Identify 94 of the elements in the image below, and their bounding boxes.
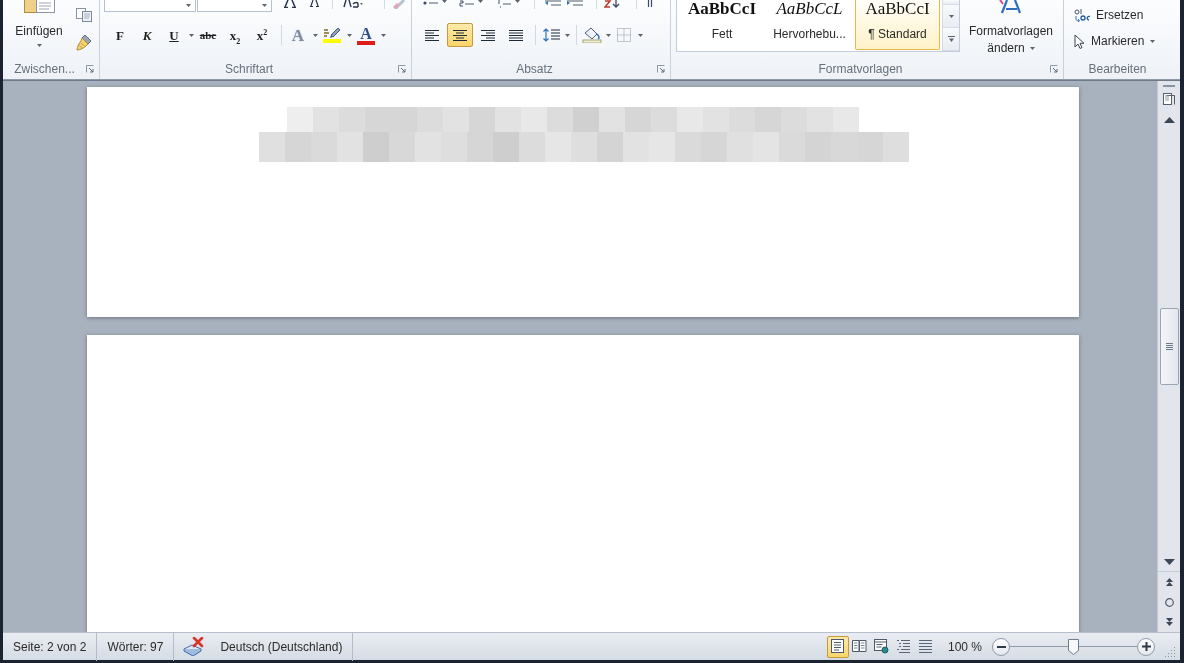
numbered-list-icon[interactable] xyxy=(459,0,474,7)
styles-icon xyxy=(998,0,1024,14)
subscript-button[interactable]: x$_{2}$ xyxy=(223,23,247,47)
dropdown-caret-icon[interactable] xyxy=(605,33,611,37)
dialog-launcher-icon[interactable] xyxy=(398,65,406,73)
open-book-icon xyxy=(852,639,868,654)
proofing-book-icon[interactable] xyxy=(183,637,206,656)
dropdown-caret-icon[interactable] xyxy=(312,33,318,37)
bold-button[interactable]: F xyxy=(108,23,132,47)
dropdown-caret-icon[interactable] xyxy=(262,4,267,7)
grip-lines-icon xyxy=(1165,343,1173,350)
dropdown-caret-icon[interactable] xyxy=(564,33,570,37)
web-layout-icon xyxy=(874,639,890,654)
sort-icon[interactable] xyxy=(604,0,622,8)
language-status[interactable]: Deutsch (Deutschland) xyxy=(220,639,343,654)
shrink-font-icon[interactable] xyxy=(310,0,319,7)
view-mode-button[interactable] xyxy=(826,635,849,658)
outline-view-icon xyxy=(896,639,912,654)
strikethrough-button[interactable]: abc xyxy=(196,23,220,47)
copy-icon[interactable] xyxy=(76,8,92,22)
line-spacing-icon xyxy=(542,28,560,42)
dropdown-caret-icon[interactable] xyxy=(478,0,483,3)
draft-view-icon xyxy=(918,639,934,654)
minus-icon xyxy=(996,645,1006,648)
print-layout-icon xyxy=(830,639,846,654)
scroll-down-arrow-icon[interactable] xyxy=(1163,559,1175,565)
font-size-field[interactable] xyxy=(197,0,272,12)
dialog-launcher-icon[interactable] xyxy=(86,65,94,73)
zoom-level-text[interactable]: 100 % xyxy=(947,639,982,654)
justify-icon xyxy=(509,29,523,41)
dropdown-caret-icon[interactable] xyxy=(346,33,352,37)
select-button[interactable]: Markieren xyxy=(1072,31,1158,51)
zoom-slider-thumb[interactable] xyxy=(1068,638,1079,655)
scrollbar-thumb[interactable] xyxy=(1159,308,1179,385)
browse-object-circle-icon[interactable] xyxy=(1164,597,1174,607)
cursor-icon xyxy=(1074,33,1085,49)
previous-page-icon[interactable] xyxy=(1165,578,1173,586)
dropdown-caret-icon[interactable] xyxy=(36,44,42,47)
group-label: Formatvorlagen xyxy=(818,62,903,76)
dropdown-caret-icon[interactable] xyxy=(637,33,643,37)
bullet-list-icon[interactable] xyxy=(423,0,438,6)
vertical-scrollbar[interactable] xyxy=(1157,81,1180,632)
group-label: Schriftart xyxy=(225,62,273,76)
alignment-button[interactable] xyxy=(447,23,473,47)
dialog-launcher-icon[interactable] xyxy=(657,65,665,73)
page-count-status[interactable]: Seite: 2 von 2 xyxy=(13,639,87,654)
word-count-status[interactable]: Wörter: 97 xyxy=(107,639,164,654)
dialog-launcher-icon[interactable] xyxy=(1050,65,1058,73)
ruler-toggle-icon[interactable] xyxy=(1162,85,1176,107)
increase-indent-icon[interactable] xyxy=(567,0,583,6)
align-left-icon xyxy=(425,29,439,41)
group-label: Zwischen... xyxy=(14,62,75,76)
align-right-icon xyxy=(481,29,495,41)
change-case-icon[interactable] xyxy=(343,0,363,8)
font-color-button[interactable]: A xyxy=(354,23,378,47)
dropdown-caret-icon[interactable] xyxy=(1150,39,1156,43)
align-center-icon xyxy=(453,29,467,41)
more-arrow-icon xyxy=(947,36,955,42)
group-label: Absatz xyxy=(516,62,553,76)
down-arrow-icon xyxy=(948,14,954,18)
zoom-out-button[interactable] xyxy=(992,637,1010,656)
paint-bucket-icon xyxy=(582,27,602,43)
decrease-indent-icon[interactable] xyxy=(545,0,561,6)
dropdown-caret-icon[interactable] xyxy=(186,4,191,7)
underline-button[interactable]: U xyxy=(162,23,186,47)
paste-button[interactable]: Einfügen xyxy=(9,0,69,54)
italic-button[interactable]: K xyxy=(135,23,159,47)
dropdown-caret-icon[interactable] xyxy=(188,33,194,37)
change-styles-button[interactable]: Formatvorlagen ändern xyxy=(964,0,1058,58)
style-gallery-item[interactable]: AaBbCcI Fett xyxy=(678,0,766,50)
gallery-scroll-down-button[interactable] xyxy=(943,5,959,28)
zoom-in-button[interactable] xyxy=(1137,637,1155,656)
dropdown-caret-icon[interactable] xyxy=(380,33,386,37)
dropdown-caret-icon[interactable] xyxy=(515,0,520,3)
next-page-icon[interactable] xyxy=(1165,618,1173,626)
dropdown-caret-icon[interactable] xyxy=(1029,47,1035,50)
resize-grip-icon xyxy=(1165,646,1176,657)
replace-icon xyxy=(1074,8,1090,22)
superscript-button[interactable]: x$^{2}$ xyxy=(250,23,274,47)
borders-icon xyxy=(617,28,631,42)
gallery-more-button[interactable] xyxy=(943,28,959,51)
format-painter-icon[interactable] xyxy=(75,34,93,51)
plus-icon xyxy=(1141,642,1151,651)
highlighter-icon xyxy=(323,27,341,39)
dropdown-caret-icon[interactable] xyxy=(442,0,447,3)
pilcrow-icon[interactable] xyxy=(647,0,653,7)
grow-font-icon[interactable] xyxy=(284,0,296,8)
style-gallery-item[interactable]: AaBbCcL Hervorhebu... xyxy=(766,0,853,50)
group-label: Bearbeiten xyxy=(1088,62,1147,76)
scroll-up-arrow-icon[interactable] xyxy=(1163,117,1175,123)
replace-button[interactable]: Ersetzen xyxy=(1072,5,1146,25)
style-gallery-item[interactable]: AaBbCcI ¶ Standard xyxy=(855,0,940,50)
font-name-field[interactable] xyxy=(104,0,196,12)
multilevel-list-icon[interactable] xyxy=(496,0,511,8)
